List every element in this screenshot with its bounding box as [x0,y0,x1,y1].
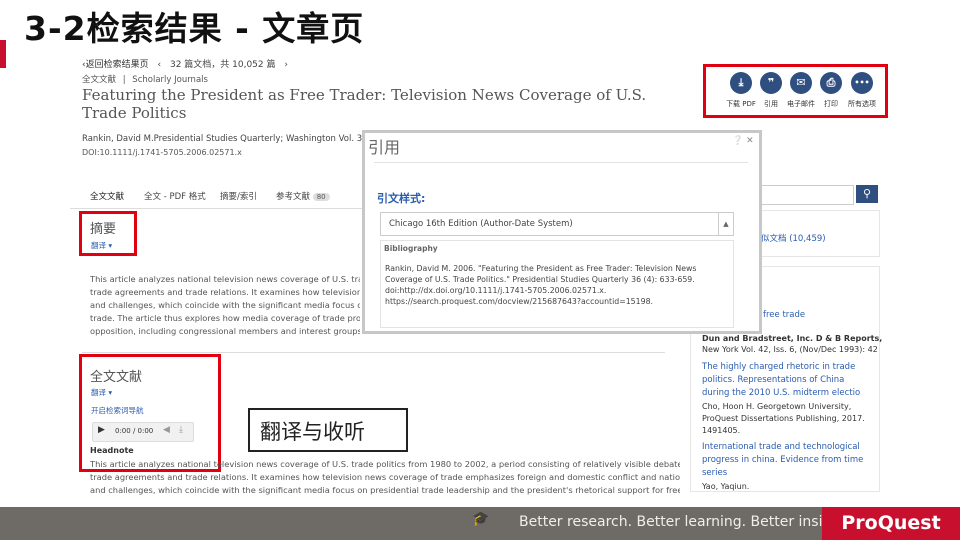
document-title: Featuring the President as Free Trader: … [82,86,647,122]
abstract-line: This article analyzes national televisio… [90,274,360,284]
print-icon: ⎙ [820,72,842,94]
cite-dialog-title: 引用 [368,138,401,157]
translate-listen-callout: 翻译与收听 [248,408,408,452]
result-navigation: ‹返回检索结果页 ‹ 32 篇文档，共 10,052 篇 › [82,57,294,70]
tab-references[interactable]: 参考文献 80 [276,190,330,202]
source-category: Scholarly Journals [132,75,208,85]
abstract-line: trade agreements and trade relations. It… [90,287,360,297]
bibliography-text[interactable]: Rankin, David M. 2006. "Featuring the Pr… [385,263,730,307]
download-audio-icon[interactable]: ⤓ [179,425,183,435]
fulltext-line: and challenges, which coincide with the … [90,485,680,495]
doc-position: 32 篇文档，共 10,052 篇 [169,60,276,70]
term-navigation-link[interactable]: 开启检索词导航 [91,405,144,416]
fulltext-translate-dropdown[interactable]: 翻译 ▾ [91,387,112,398]
related-item-link[interactable]: free trade [763,309,805,322]
close-icon[interactable]: ❔ ✕ [732,136,754,146]
related-item-meta: Yao, Yaqiun. [702,482,750,491]
related-item-meta: Cho, Hoon H. Georgetown University, ProQ… [702,402,865,435]
separator: | [122,75,126,85]
chevron-down-icon: ▲ [718,213,733,235]
slide-title: 3-2检索结果 - 文章页 [24,9,365,48]
search-button[interactable]: ⚲ [856,185,878,203]
source-type: 全文文献 | Scholarly Journals [82,73,208,85]
fulltext-body: This article analyzes national televisio… [90,458,680,497]
tool-label: 所有选项 [848,100,876,108]
abstract-heading: 摘要 [90,222,117,237]
bibliography-heading: Bibliography [384,244,438,253]
section-divider [82,352,665,353]
graduation-cap-icon: 🎓 [472,511,490,527]
related-item-link[interactable]: The highly charged rhetoric in trade pol… [702,361,862,400]
next-doc-button[interactable]: › [284,60,288,70]
back-to-results-link[interactable]: ‹返回检索结果页 [82,60,149,70]
tab-fulltext-pdf[interactable]: 全文 - PDF 格式 [144,190,206,202]
tab-abstract-index[interactable]: 摘要/索引 [220,190,257,202]
more-icon: ••• [851,72,873,94]
headnote-label: Headnote [90,446,134,455]
all-options-button[interactable]: ••• 所有选项 [844,72,880,109]
related-docs-panel: 似文档 (10,459) [752,210,880,257]
audio-player[interactable]: ▶ 0:00 / 0:00 ◀ ⤓ [92,422,194,442]
quote-icon: ❞ [760,72,782,94]
audio-time: 0:00 / 0:00 [115,427,154,435]
related-item-meta: New York Vol. 42, Iss. 6, (Nov/Dec 1993)… [702,345,878,354]
abstract-line: trade. The article thus explores how med… [90,313,360,323]
abstract-line: and challenges, which coincide with the … [90,300,360,310]
play-icon[interactable]: ▶ [98,425,105,435]
search-icon: ⚲ [862,187,872,200]
email-icon: ✉ [790,72,812,94]
volume-icon[interactable]: ◀ [163,425,170,435]
citation-style-label: 引文样式: [377,192,426,205]
author-citation-line[interactable]: Rankin, David M.Presidential Studies Qua… [82,134,395,144]
citation-style-select[interactable]: Chicago 16th Edition (Author-Date System… [380,212,734,236]
fulltext-heading: 全文文献 [90,370,143,385]
abstract-translate-dropdown[interactable]: 翻译 ▾ [91,240,112,251]
abstract-line: opposition, including congressional memb… [90,326,360,336]
reference-count-badge: 80 [312,193,330,201]
proquest-logo: ProQuest [822,507,960,540]
dialog-divider [374,162,748,163]
tab-references-label: 参考文献 [276,192,311,202]
prev-doc-button[interactable]: ‹ [157,60,161,70]
pdf-download-icon: ⤓ [730,72,752,94]
related-docs-link[interactable]: 似文档 (10,459) [761,233,826,246]
doi: DOI:10.1111/j.1741-5705.2006.02571.x [82,148,242,157]
related-item-link[interactable]: International trade and technological pr… [702,441,867,480]
fulltext-line: trade agreements and trade relations. It… [90,472,680,482]
search-input[interactable] [752,185,854,205]
fulltext-badge: 全文文献 [82,75,117,85]
fulltext-line: This article analyzes national televisio… [90,459,680,469]
slide-accent-bar [0,40,6,68]
tab-fulltext[interactable]: 全文文献 [90,190,124,202]
citation-style-value: Chicago 16th Edition (Author-Date System… [389,219,573,229]
abstract-body: This article analyzes national televisio… [90,273,360,338]
footer-tagline: Better research. Better learning. Better… [519,514,858,530]
